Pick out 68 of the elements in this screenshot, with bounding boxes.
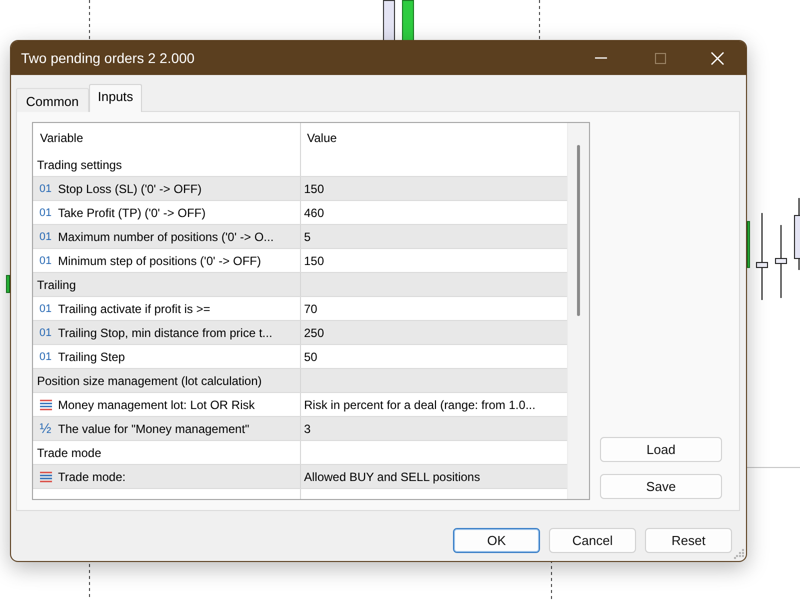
parameter-name: Money management lot: Lot OR Risk: [58, 398, 255, 412]
fraction-type-icon: ½: [38, 421, 53, 436]
table-row[interactable]: Trade mode: Allowed BUY and SELL positions: [33, 465, 567, 489]
table-row[interactable]: Money management lot: Lot OR Risk Risk in percent for a deal (range: from 1.0...: [33, 393, 567, 417]
integer-type-icon: 01: [38, 254, 53, 266]
button[interactable]: Reset: [645, 528, 732, 553]
candlestick: [794, 198, 800, 270]
parameter-name: Trade mode:: [58, 470, 126, 484]
parameter-value[interactable]: 50: [304, 350, 318, 364]
maximize-icon: [655, 52, 666, 64]
minimize-icon: [595, 57, 607, 59]
table-row[interactable]: Position size management (lot calculation): [33, 369, 567, 393]
parameter-name: Stop Loss (SL) ('0' -> OFF): [58, 182, 202, 196]
parameter-value[interactable]: 150: [304, 182, 324, 196]
group-heading: Trade mode: [37, 446, 102, 460]
resize-grip-icon[interactable]: [734, 549, 744, 559]
close-icon: [711, 52, 724, 64]
parameter-value[interactable]: 250: [304, 326, 324, 340]
parameter-name: Minimum step of positions ('0' -> OFF): [58, 254, 261, 268]
table-row[interactable]: 01 Take Profit (TP) ('0' -> OFF) 460: [33, 201, 567, 225]
table-row[interactable]: 01 Trailing Step 50: [33, 345, 567, 369]
button[interactable]: Load: [600, 437, 722, 462]
table-row[interactable]: 01 Maximum number of positions ('0' -> O... 5: [33, 225, 567, 249]
parameter-name: The value for "Money management": [58, 422, 250, 436]
scrollbar-thumb[interactable]: [577, 145, 580, 316]
parameter-value[interactable]: Risk in percent for a deal (range: from 1.0...: [304, 398, 536, 412]
integer-type-icon: 01: [38, 302, 53, 314]
table-row[interactable]: Trade mode: [33, 441, 567, 465]
window-title: Two pending orders 2 2.000: [21, 50, 195, 66]
parameter-name: Take Profit (TP) ('0' -> OFF): [58, 206, 206, 220]
candlestick: [402, 0, 414, 41]
parameter-name: Trailing Step: [58, 350, 125, 364]
table-row[interactable]: Trailing: [33, 273, 567, 297]
vertical-scrollbar[interactable]: [567, 123, 589, 499]
button[interactable]: Save: [600, 474, 722, 499]
integer-type-icon: 01: [38, 206, 53, 218]
parameter-value[interactable]: Allowed BUY and SELL positions: [304, 470, 480, 484]
table-row[interactable]: 01 Minimum step of positions ('0' -> OFF) 150: [33, 249, 567, 273]
column-header: Variable: [40, 131, 84, 145]
group-heading: Position size management (lot calculation): [37, 374, 262, 388]
table-row[interactable]: 01 Stop Loss (SL) ('0' -> OFF) 150: [33, 177, 567, 201]
integer-type-icon: 01: [38, 350, 53, 362]
parameter-value[interactable]: 5: [304, 230, 311, 244]
tab[interactable]: Common: [16, 88, 89, 112]
column-header: Value: [307, 131, 337, 145]
integer-type-icon: 01: [38, 326, 53, 338]
candlestick: [6, 275, 10, 293]
button[interactable]: Cancel: [549, 528, 636, 553]
parameter-value[interactable]: 3: [304, 422, 311, 436]
parameter-value[interactable]: 70: [304, 302, 318, 316]
candlestick: [747, 221, 750, 268]
parameter-name: Maximum number of positions ('0' -> O...: [58, 230, 274, 244]
table-row[interactable]: ½ The value for "Money management" 3: [33, 417, 567, 441]
parameter-name: Trailing Stop, min distance from price t...: [58, 326, 272, 340]
list-icon: [38, 470, 52, 482]
integer-type-icon: 01: [38, 182, 53, 194]
group-heading: Trailing: [37, 278, 76, 292]
button[interactable]: OK: [453, 528, 540, 553]
table-row[interactable]: 01 Trailing activate if profit is >= 70: [33, 297, 567, 321]
integer-type-icon: 01: [38, 230, 53, 242]
table-row[interactable]: Trading settings: [33, 153, 567, 177]
list-icon: [38, 398, 52, 410]
tab[interactable]: Inputs: [88, 84, 142, 112]
parameter-value[interactable]: 460: [304, 206, 324, 220]
group-heading: Trading settings: [37, 158, 122, 172]
table-row[interactable]: 01 Trailing Stop, min distance from price t... 250: [33, 321, 567, 345]
parameter-value[interactable]: 150: [304, 254, 324, 268]
parameter-name: Trailing activate if profit is >=: [58, 302, 210, 316]
